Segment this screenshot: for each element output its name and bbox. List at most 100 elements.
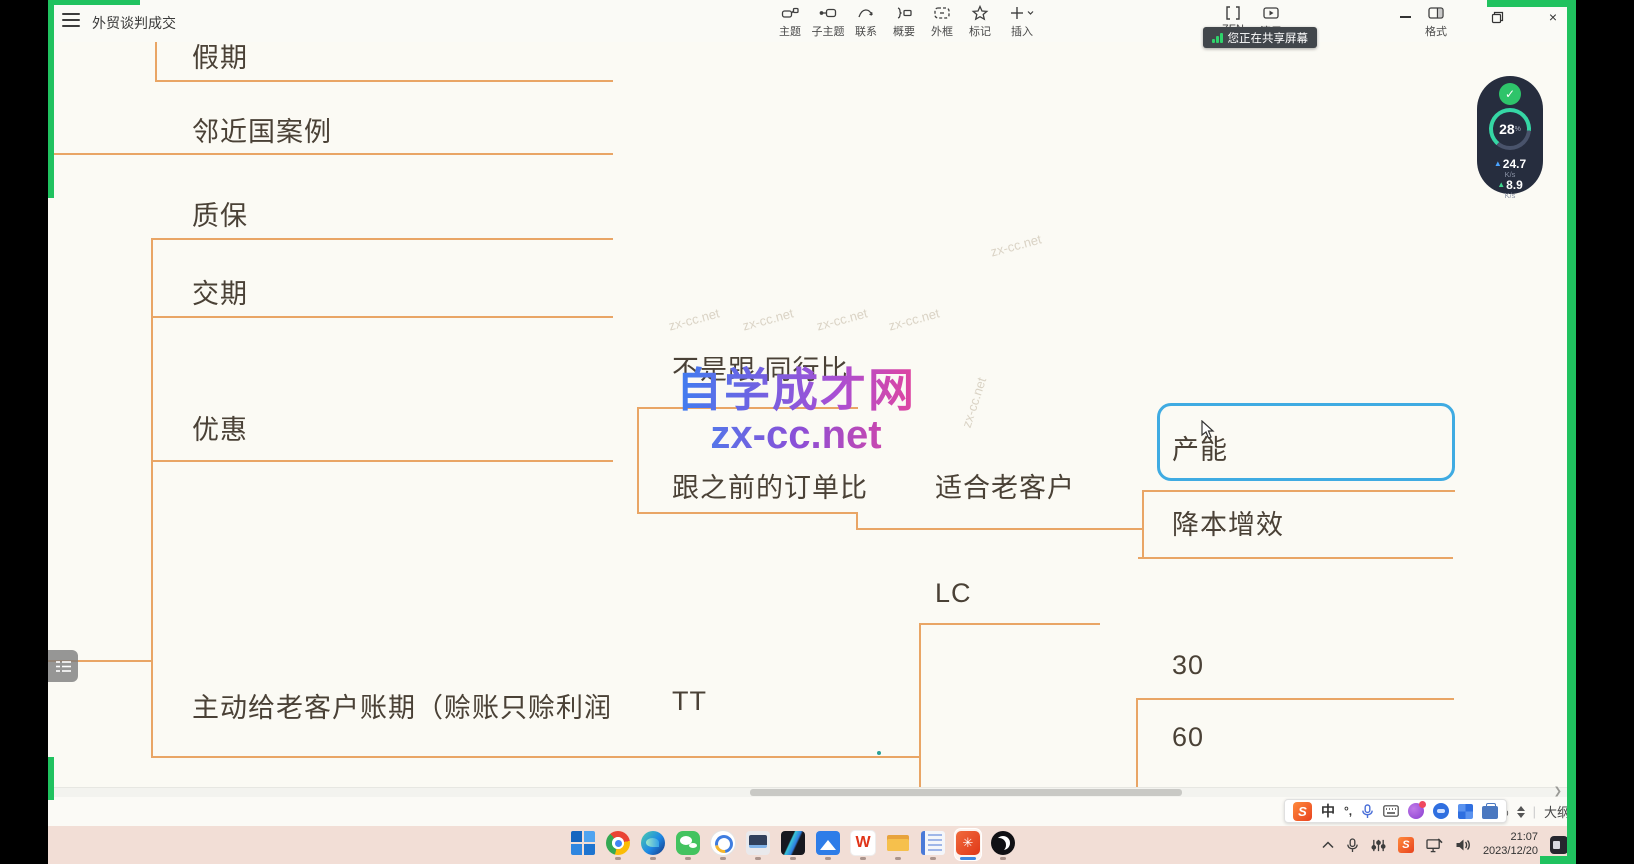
boundary-icon [933, 4, 951, 22]
mindmap-app-icon: ✳ [956, 831, 980, 855]
connector-line [1142, 490, 1144, 559]
mindmap-node-num-30[interactable]: 30 [1172, 650, 1204, 681]
close-button[interactable]: × [1538, 4, 1568, 30]
connector-line [637, 512, 858, 514]
running-indicator [895, 857, 901, 860]
notes-app-icon [921, 831, 945, 855]
system-tray: S 21:07 2023/12/20 [1322, 826, 1568, 864]
notification-center-icon[interactable] [1550, 836, 1568, 854]
toolbar-marker-button[interactable]: 标记 [961, 4, 999, 39]
horizontal-scrollbar[interactable]: ❯ [48, 787, 1568, 797]
mindmap-node-credit-terms[interactable]: 主动给老客户账期（赊账只赊利润 [192, 686, 612, 725]
toolbar-boundary-button[interactable]: 外框 [923, 4, 961, 39]
windows-taskbar: W ✳ S 21:07 2023/12/20 [48, 826, 1576, 864]
taskbar-app-mindmap[interactable]: ✳ [955, 829, 981, 860]
taskbar-app-search[interactable] [710, 829, 736, 860]
scrollbar-thumb[interactable] [750, 789, 1182, 796]
toolbar-subtopic-button[interactable]: 子主题 [809, 4, 847, 39]
running-indicator [825, 857, 831, 860]
zoom-stepper[interactable] [1517, 806, 1525, 818]
minimize-button[interactable] [1390, 4, 1420, 30]
app-statusbar: S 中 °, % | 大纲 [48, 797, 1576, 826]
running-indicator [720, 857, 726, 860]
taskbar-app-wechat[interactable] [675, 829, 701, 860]
mindmap-node-tt[interactable]: TT [672, 686, 707, 717]
document-title: 外贸谈判成交 [92, 13, 176, 33]
restore-button[interactable] [1482, 4, 1512, 30]
restore-icon [1491, 11, 1504, 24]
taskbar-app-cloud[interactable] [815, 829, 841, 860]
toolbar-relation-button[interactable]: 联系 [847, 4, 885, 39]
taskbar-app-edge[interactable] [640, 829, 666, 860]
relation-icon [857, 4, 875, 22]
running-indicator [790, 857, 796, 860]
ghost-watermark-text: zx-cc.net [741, 306, 795, 334]
tray-mixer-icon[interactable] [1371, 838, 1386, 853]
mindmap-node-fit-old-customer[interactable]: 适合老客户 [935, 466, 1075, 505]
running-indicator [685, 857, 691, 860]
tray-chevron-icon[interactable] [1322, 841, 1334, 849]
connector-line [151, 316, 613, 318]
wechat-app-icon [676, 831, 700, 855]
running-indicator [860, 857, 866, 860]
ime-toolbar: S 中 °, [1284, 799, 1507, 823]
scroll-right-arrow[interactable]: ❯ [1554, 786, 1562, 797]
ime-apps-grid-icon[interactable] [1458, 804, 1473, 819]
tray-speaker-icon[interactable] [1455, 838, 1471, 852]
letterbox-right [1576, 0, 1634, 864]
system-monitor-widget[interactable]: ✓ 28% ▲24.7 K/s ▲8.9 K/s [1477, 76, 1543, 194]
ime-keyboard-icon[interactable] [1383, 805, 1399, 817]
sogou-logo-icon[interactable]: S [1293, 802, 1312, 821]
collab-dot [877, 751, 881, 755]
insert-plus-icon [1009, 4, 1035, 22]
tray-mic-icon[interactable] [1346, 838, 1359, 853]
mindmap-node-delivery-time[interactable]: 交期 [192, 272, 248, 311]
upload-speed: ▲24.7 K/s [1477, 158, 1543, 179]
taskbar-app-notes[interactable] [920, 829, 946, 860]
ime-assistant-icon[interactable] [1433, 803, 1449, 819]
tray-sogou-icon[interactable]: S [1398, 837, 1414, 853]
tray-cast-icon[interactable] [1426, 838, 1443, 853]
taskbar-app-monitor[interactable] [745, 829, 771, 860]
share-border-bottom-right [1540, 856, 1576, 864]
mindmap-node-warranty[interactable]: 质保 [192, 194, 248, 233]
ime-punctuation-toggle[interactable]: °, [1344, 804, 1352, 818]
taskbar-clock[interactable]: 21:07 2023/12/20 [1483, 831, 1538, 859]
wps-app-icon: W [851, 831, 875, 855]
present-icon [1262, 4, 1280, 22]
connector-line [1136, 698, 1454, 700]
taskbar-app-photo[interactable] [780, 829, 806, 860]
share-border-top-left [48, 0, 140, 5]
taskbar-app-start[interactable] [570, 829, 596, 860]
edge-app-icon [641, 831, 665, 855]
taskbar-app-wps[interactable]: W [850, 829, 876, 860]
ime-mic-icon[interactable] [1361, 804, 1374, 819]
ime-mode-toggle[interactable]: 中 [1321, 801, 1335, 821]
mindmap-node-vs-previous-order[interactable]: 跟之前的订单比 [672, 466, 868, 505]
toolbar-insert-button[interactable]: 插入 [999, 4, 1045, 39]
running-indicator [1000, 857, 1006, 860]
taskbar-app-explorer[interactable] [885, 829, 911, 860]
connector-line [151, 756, 921, 758]
connector-line [919, 623, 921, 787]
outline-side-tab[interactable] [48, 650, 78, 682]
connector-line [919, 623, 1100, 625]
screenshot-stage: zx-cc.netzx-cc.netzx-cc.netzx-cc.netzx-c… [0, 0, 1634, 864]
share-border-left-lower [48, 757, 54, 800]
ime-skin-icon[interactable] [1408, 803, 1424, 819]
subtopic-icon [819, 4, 837, 22]
download-speed: ▲8.9 K/s [1477, 179, 1543, 200]
menu-button[interactable] [62, 13, 80, 27]
ghost-watermark-text: zx-cc.net [989, 232, 1043, 260]
signal-bars-icon [1212, 32, 1223, 43]
toolbar-topic-button[interactable]: 主题 [771, 4, 809, 39]
taskbar-app-moon[interactable] [990, 829, 1016, 860]
mindmap-node-lc[interactable]: LC [935, 578, 972, 609]
mindmap-node-neighbor-country-case[interactable]: 邻近国案例 [192, 110, 332, 149]
mindmap-node-num-60[interactable]: 60 [1172, 722, 1204, 753]
mindmap-node-cost-reduction[interactable]: 降本增效 [1172, 503, 1284, 542]
mindmap-node-discount[interactable]: 优惠 [192, 408, 248, 447]
ime-toolbox-icon[interactable] [1482, 806, 1498, 819]
taskbar-app-chrome[interactable] [605, 829, 631, 860]
toolbar-summary-button[interactable]: 概要 [885, 4, 923, 39]
